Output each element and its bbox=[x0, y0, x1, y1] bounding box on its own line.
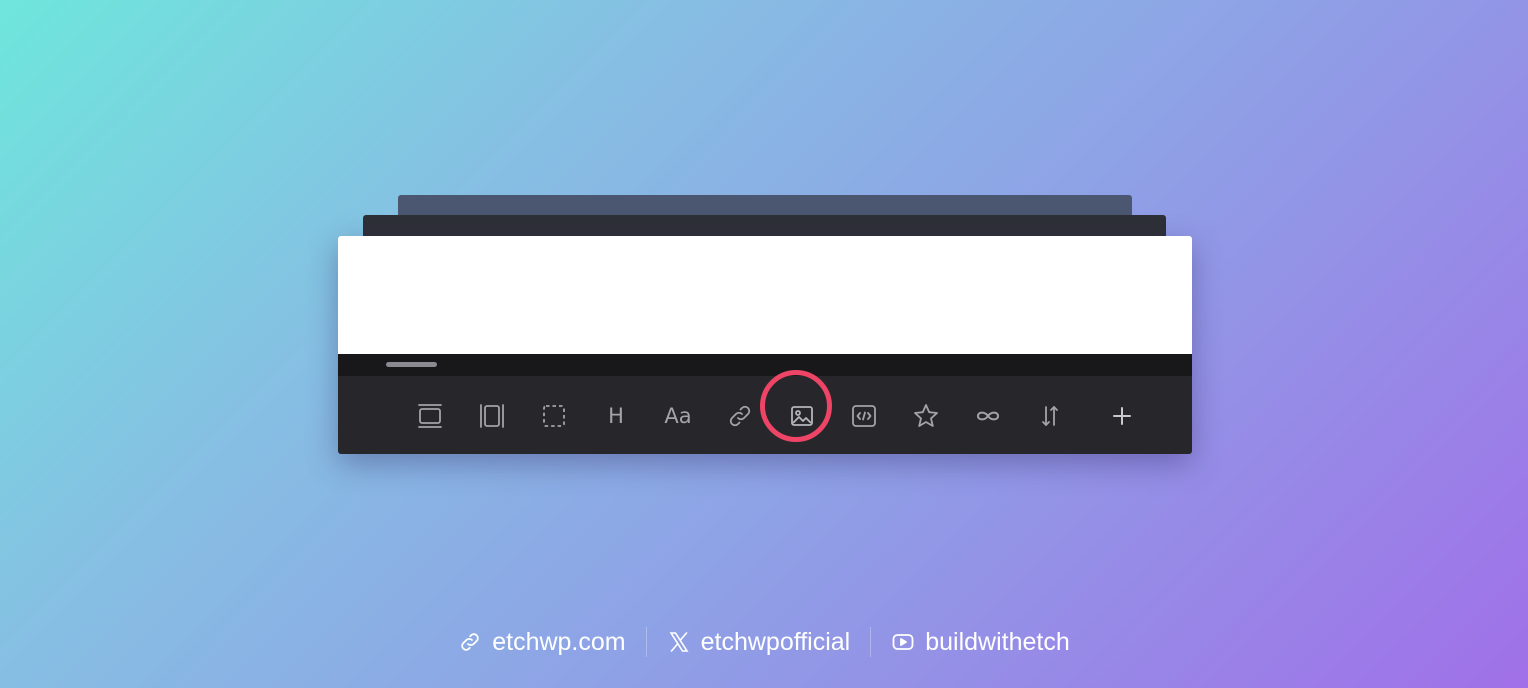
footer-divider bbox=[645, 627, 647, 657]
image-button[interactable] bbox=[782, 396, 822, 436]
sort-icon bbox=[1042, 406, 1058, 426]
website-link[interactable]: etchwp.com bbox=[458, 627, 626, 657]
drag-handle[interactable] bbox=[386, 362, 437, 367]
section-button[interactable] bbox=[410, 396, 450, 436]
heading-icon: H bbox=[608, 404, 624, 428]
div-button[interactable] bbox=[534, 396, 574, 436]
text-button[interactable]: Aa bbox=[658, 396, 698, 436]
link-icon bbox=[729, 405, 751, 427]
x-logo-icon bbox=[669, 632, 689, 652]
x-link[interactable]: etchwpofficial bbox=[667, 627, 851, 657]
plus-icon bbox=[1113, 407, 1131, 425]
website-label: etchwp.com bbox=[492, 627, 626, 656]
infinity-icon bbox=[976, 411, 1000, 421]
x-handle-label: etchwpofficial bbox=[700, 627, 851, 656]
section-icon bbox=[418, 404, 442, 428]
youtube-icon bbox=[892, 634, 914, 650]
heading-button[interactable]: H bbox=[596, 396, 636, 436]
youtube-link[interactable]: buildwithetch bbox=[891, 628, 1070, 657]
component-button[interactable] bbox=[906, 396, 946, 436]
builder-panel: H Aa bbox=[338, 236, 1192, 454]
star-icon bbox=[914, 404, 938, 427]
image-icon bbox=[791, 406, 813, 426]
link-button[interactable] bbox=[720, 396, 760, 436]
link-icon bbox=[461, 633, 479, 651]
loop-button[interactable] bbox=[968, 396, 1008, 436]
footer-divider bbox=[870, 627, 872, 657]
container-icon bbox=[480, 404, 504, 428]
code-icon bbox=[852, 405, 876, 427]
canvas-area[interactable] bbox=[338, 236, 1192, 354]
sort-button[interactable] bbox=[1030, 396, 1070, 436]
code-button[interactable] bbox=[844, 396, 884, 436]
text-icon: Aa bbox=[664, 404, 692, 428]
dashed-box-icon bbox=[543, 405, 565, 427]
youtube-label: buildwithetch bbox=[925, 627, 1070, 656]
element-toolbar: H Aa bbox=[338, 370, 1192, 454]
add-element-button[interactable] bbox=[1102, 396, 1142, 436]
container-button[interactable] bbox=[472, 396, 512, 436]
footer-links: etchwp.com etchwpofficial buildwithetch bbox=[0, 622, 1528, 662]
panel-handle-bar bbox=[338, 354, 1192, 376]
